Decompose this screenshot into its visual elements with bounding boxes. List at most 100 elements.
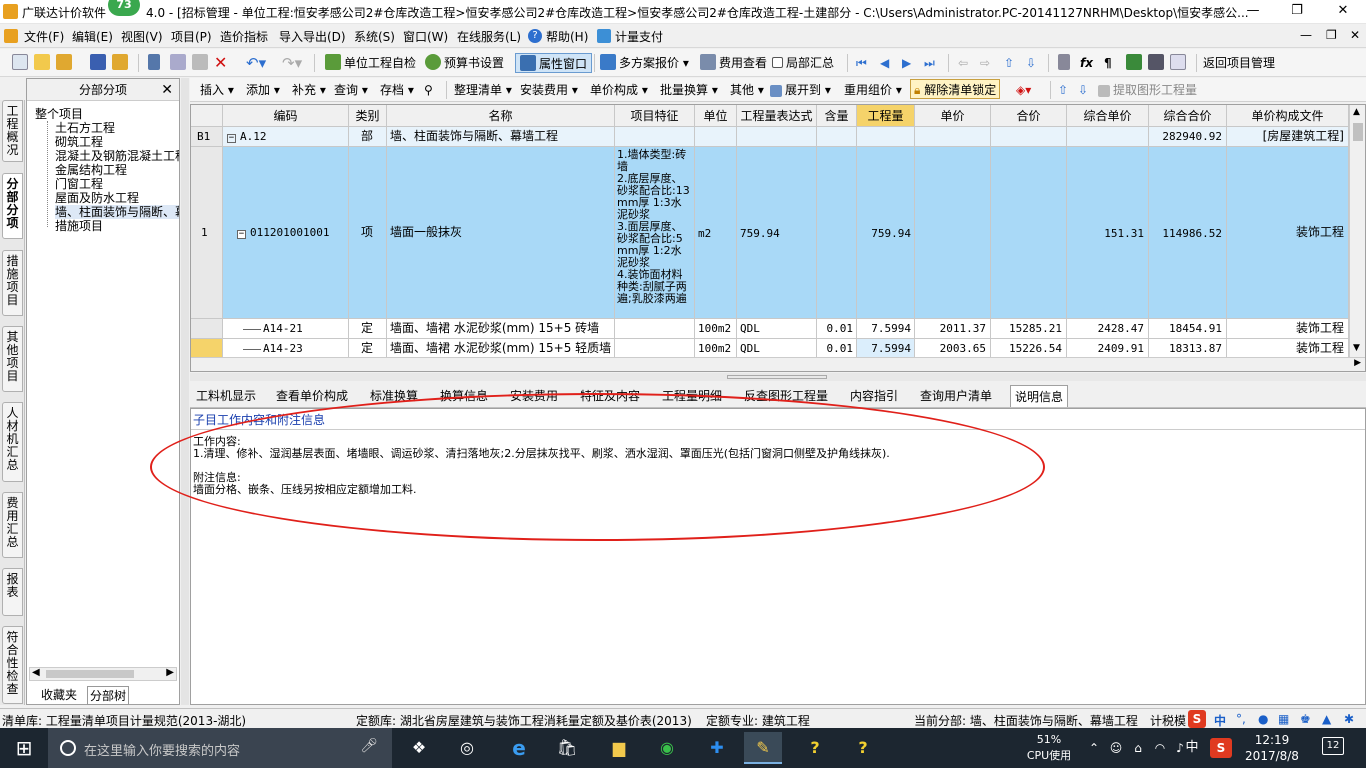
- close-button[interactable]: ✕: [1320, 0, 1366, 24]
- tray-network-icon[interactable]: ⌂: [1128, 732, 1148, 764]
- tree-tab-favorites[interactable]: 收藏夹: [41, 686, 77, 703]
- taskbar-search[interactable]: 在这里输入你要搜索的内容 🎤︎: [48, 728, 392, 768]
- expand-to-button[interactable]: 展开到 ▾: [770, 80, 831, 100]
- table-cell-price[interactable]: 2003.65: [915, 339, 991, 359]
- undo-icon[interactable]: ↶▾: [246, 53, 266, 73]
- browser-360-icon[interactable]: ◉: [648, 732, 686, 764]
- table-cell-type[interactable]: 部: [349, 127, 387, 147]
- col-header-name[interactable]: 名称: [387, 105, 615, 127]
- table-row-number[interactable]: [191, 319, 223, 339]
- report-icon[interactable]: [1148, 53, 1167, 73]
- menu-edit[interactable]: 编辑(E): [72, 28, 113, 45]
- table-cell-qty[interactable]: 7.5994: [857, 319, 915, 339]
- copy-icon[interactable]: [170, 53, 189, 73]
- table-cell-file[interactable]: [房屋建筑工程]: [1227, 127, 1349, 147]
- tray-chevron-icon[interactable]: ⌃: [1084, 732, 1104, 764]
- ime-s-icon[interactable]: S: [1188, 710, 1206, 728]
- table-cell-code[interactable]: A14-23: [223, 339, 349, 359]
- table-cell-content[interactable]: 0.01: [817, 339, 857, 359]
- col-header-type[interactable]: 类别: [349, 105, 387, 127]
- fee-view-button[interactable]: 费用查看: [700, 53, 767, 73]
- sheet-icon[interactable]: [1170, 53, 1189, 73]
- archive-button[interactable]: 存档 ▾: [380, 80, 414, 100]
- table-cell-price[interactable]: [915, 127, 991, 147]
- table-cell-comp-total[interactable]: 18454.91: [1149, 319, 1227, 339]
- table-cell-expr[interactable]: [737, 127, 817, 147]
- save-icon[interactable]: [90, 53, 109, 73]
- taskbar-app-swirl-icon[interactable]: ◎: [448, 732, 486, 764]
- table-cell-expr[interactable]: 759.94: [737, 147, 817, 319]
- col-header-unit[interactable]: 单位: [695, 105, 737, 127]
- glodon-app-icon[interactable]: ✎: [744, 732, 782, 764]
- move-right-icon[interactable]: ⇨: [980, 53, 990, 73]
- table-cell-comp-price[interactable]: [1067, 127, 1149, 147]
- search-input[interactable]: 在这里输入你要搜索的内容: [84, 740, 240, 759]
- col-header-comp-total[interactable]: 综合合价: [1149, 105, 1227, 127]
- table-cell-expr[interactable]: QDL: [737, 339, 817, 359]
- move-down-icon[interactable]: ⇩: [1026, 53, 1036, 73]
- menu-view[interactable]: 视图(V): [121, 28, 163, 45]
- table-cell-file[interactable]: 装饰工程: [1227, 339, 1349, 359]
- table-cell-total[interactable]: [991, 127, 1067, 147]
- table-cell-comp-total[interactable]: 114986.52: [1149, 147, 1227, 319]
- cut-icon[interactable]: [148, 53, 163, 73]
- tree-close-icon[interactable]: ✕: [161, 79, 173, 101]
- col-header-code[interactable]: 编码: [223, 105, 349, 127]
- tab-user-list[interactable]: 查询用户清单: [916, 385, 996, 407]
- menu-measure-payment[interactable]: 计量支付: [615, 28, 663, 45]
- scroll-thumb[interactable]: [1353, 123, 1363, 141]
- table-cell-qty[interactable]: 759.94: [857, 147, 915, 319]
- open-folder-icon[interactable]: [56, 53, 75, 73]
- scroll-thumb[interactable]: [46, 670, 134, 678]
- supplement-button[interactable]: 补充 ▾: [292, 80, 326, 100]
- paragraph-icon[interactable]: ¶: [1104, 53, 1112, 73]
- col-header-qty[interactable]: 工程量: [857, 105, 915, 127]
- tree-item-measures[interactable]: 措施项目: [55, 219, 103, 233]
- tab-labor-material[interactable]: 工料机显示: [192, 385, 260, 407]
- table-cell-code[interactable]: − A.12: [223, 127, 349, 147]
- grid-vscrollbar[interactable]: ▲ ▼: [1349, 105, 1365, 357]
- scroll-left-icon[interactable]: ◀: [32, 667, 40, 678]
- col-header-price[interactable]: 单价: [915, 105, 991, 127]
- menu-import-export[interactable]: 导入导出(D): [279, 28, 346, 45]
- table-cell-feature[interactable]: [615, 339, 695, 359]
- table-cell-comp-price[interactable]: 2409.91: [1067, 339, 1149, 359]
- tree-item-masonry[interactable]: 砌筑工程: [55, 135, 103, 149]
- menu-project[interactable]: 项目(P): [171, 28, 212, 45]
- organize-list-button[interactable]: 整理清单 ▾: [454, 80, 512, 100]
- table-cell-feature[interactable]: [615, 319, 695, 339]
- reuse-group-button[interactable]: 重用组价 ▾: [844, 80, 902, 100]
- table-cell-price[interactable]: [915, 147, 991, 319]
- table-cell-file[interactable]: 装饰工程: [1227, 319, 1349, 339]
- fill-color-icon[interactable]: ◈▾: [1016, 80, 1031, 100]
- ime-mic-icon[interactable]: ●: [1258, 712, 1268, 726]
- edge-browser-icon[interactable]: e: [500, 732, 538, 764]
- tab-project-overview[interactable]: 工程概况: [2, 100, 23, 162]
- help-app-icon-1[interactable]: ?: [796, 732, 834, 764]
- redo-icon[interactable]: ↷▾: [282, 53, 302, 73]
- table-cell-unit[interactable]: 100m2: [695, 319, 737, 339]
- help-app-icon-2[interactable]: ?: [844, 732, 882, 764]
- tray-ime-lang[interactable]: 中: [1182, 732, 1202, 764]
- scroll-right-icon[interactable]: ▶: [1354, 358, 1361, 368]
- table-row-number[interactable]: 1: [191, 147, 223, 319]
- col-header-expr[interactable]: 工程量表达式: [737, 105, 817, 127]
- tab-division-items[interactable]: 分部分项: [2, 173, 23, 239]
- restore-button[interactable]: ❐: [1274, 0, 1320, 24]
- multi-quote-button[interactable]: 多方案报价 ▾: [600, 53, 689, 73]
- tray-wifi-icon[interactable]: ◠: [1150, 732, 1170, 764]
- col-header-total[interactable]: 合价: [991, 105, 1067, 127]
- tray-sogou-icon[interactable]: S: [1210, 738, 1232, 758]
- menu-help[interactable]: 帮助(H): [546, 28, 588, 45]
- cpu-indicator[interactable]: 51% CPU使用: [1024, 732, 1074, 764]
- table-cell-content[interactable]: [817, 127, 857, 147]
- tab-content-guide[interactable]: 内容指引: [846, 385, 902, 407]
- tree-item-roofing[interactable]: 屋面及防水工程: [55, 191, 139, 205]
- tab-unit-price-view[interactable]: 查看单价构成: [272, 385, 352, 407]
- collapse-icon[interactable]: −: [237, 230, 246, 239]
- table-cell-type[interactable]: 定: [349, 339, 387, 359]
- table-cell-content[interactable]: 0.01: [817, 319, 857, 339]
- table-cell-unit[interactable]: 100m2: [695, 339, 737, 359]
- ime-lang[interactable]: 中: [1214, 712, 1226, 729]
- file-explorer-icon[interactable]: ▆: [600, 732, 638, 764]
